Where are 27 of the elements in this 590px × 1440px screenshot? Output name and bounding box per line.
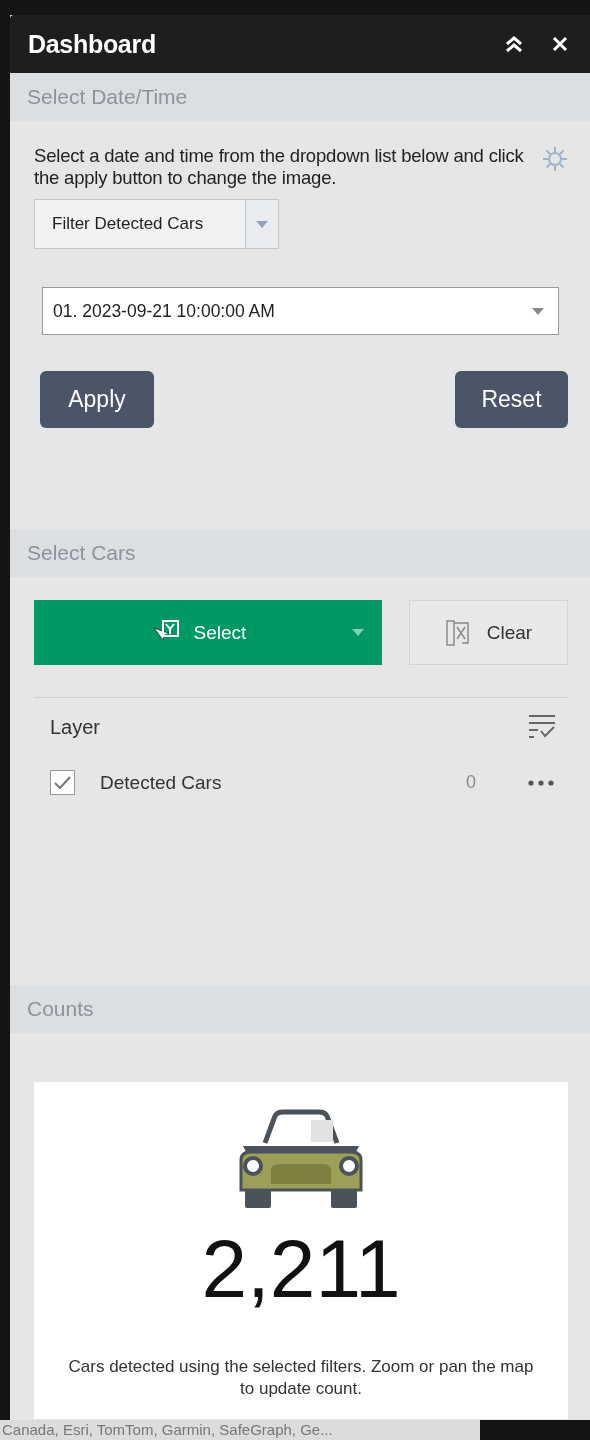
caret-icon [256,220,268,228]
instruction-text: Select a date and time from the dropdown list below and click the apply button to change the image. [34,145,524,189]
map-attribution: Canada, Esri, TomTom, Garmin, SafeGraph, Ge... [0,1420,480,1440]
window-title: Dashboard [28,29,157,59]
car-icon [237,1108,365,1210]
close-button[interactable] [552,36,568,52]
more-options-icon[interactable] [528,779,554,786]
filter-dropdown[interactable]: Filter Detected Cars [34,199,279,249]
collapse-button[interactable] [504,35,524,53]
caret-icon [532,307,544,315]
apply-button[interactable]: Apply [40,371,154,428]
count-caption: Cars detected using the selected filters. Zoom or pan the map to update count. [67,1356,535,1400]
car-count: 2,211 [201,1224,401,1314]
select-button[interactable]: Select [34,600,382,665]
clear-selection-icon [444,618,471,647]
section-title: Counts [27,997,94,1021]
date-select[interactable]: 01. 2023-09-21 10:00:00 AM [42,287,559,335]
checkbox[interactable] [50,770,75,795]
caret-icon [352,629,364,636]
layer-heading: Layer [50,715,101,739]
reset-button[interactable]: Reset [455,371,568,428]
clear-button[interactable]: Clear [409,600,568,665]
layer-name: Detected Cars [100,771,223,794]
feature-count: 0 [466,772,476,793]
section-title: Select Date/Time [27,85,188,109]
filter-list-icon[interactable] [528,714,556,740]
section-title: Select Cars [27,541,136,565]
